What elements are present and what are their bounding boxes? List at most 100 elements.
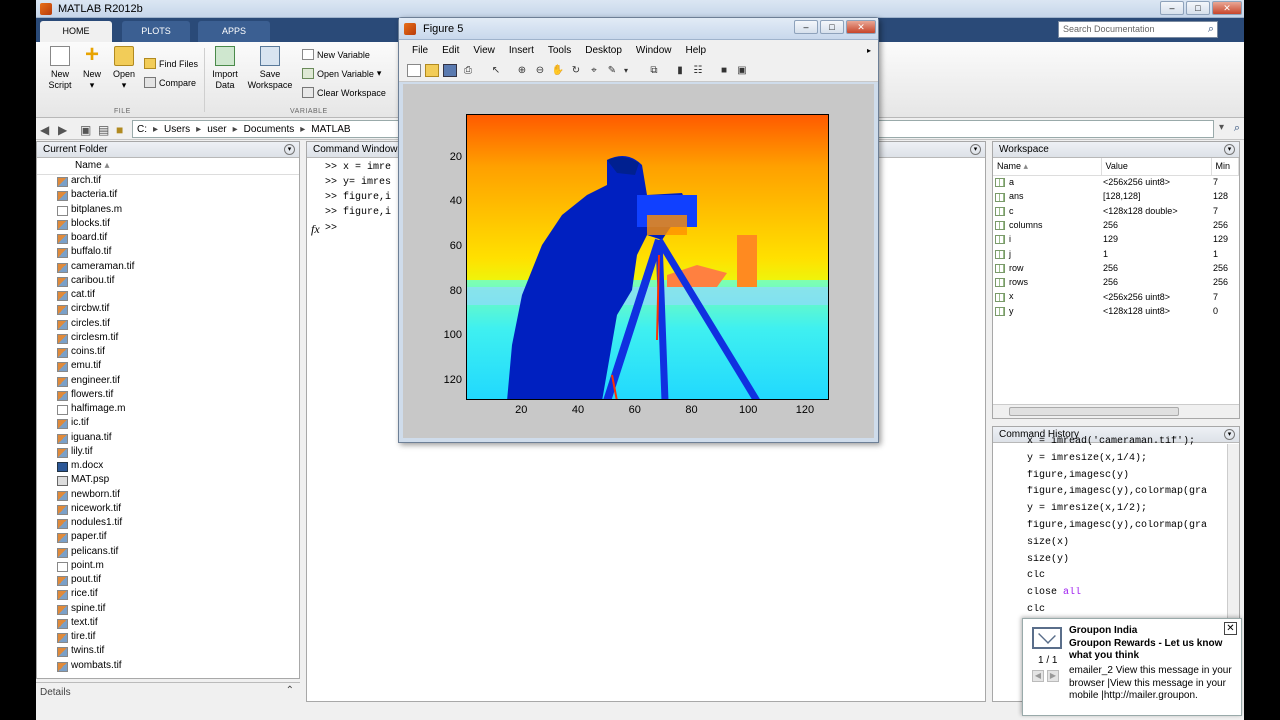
figure-menu-help[interactable]: Help — [679, 45, 714, 56]
history-entry[interactable]: figure,imagesc(y),colormap(gra — [1027, 520, 1239, 537]
history-entry[interactable]: size(y) — [1027, 554, 1239, 571]
file-item[interactable]: point.m — [37, 560, 299, 574]
legend-icon[interactable]: ☷ — [691, 64, 705, 77]
save-icon[interactable] — [443, 64, 457, 77]
figure-menu-tools[interactable]: Tools — [541, 45, 578, 56]
new-script-button[interactable]: New Script — [42, 46, 78, 91]
file-item[interactable]: bitplanes.m — [37, 204, 299, 218]
workspace-row[interactable]: i 129 129 — [993, 232, 1239, 246]
maximize-button[interactable]: □ — [1186, 1, 1210, 15]
up-folder-icon[interactable]: ▣ — [80, 123, 91, 137]
notification-subject[interactable]: Groupon Rewards - Let us know what you t… — [1069, 638, 1229, 662]
figure-menu-desktop[interactable]: Desktop — [578, 45, 629, 56]
search-folder-icon[interactable]: ⌕ — [1234, 122, 1240, 135]
file-item[interactable]: cat.tif — [37, 289, 299, 303]
tab-apps[interactable]: APPS — [198, 21, 270, 42]
maximize-button[interactable]: □ — [820, 20, 844, 34]
breadcrumb-item[interactable]: MATLAB — [311, 124, 350, 135]
data-cursor-icon[interactable]: ⌖ — [587, 64, 601, 77]
file-item[interactable]: pelicans.tif — [37, 546, 299, 560]
file-item[interactable]: flowers.tif — [37, 389, 299, 403]
close-button[interactable]: ✕ — [846, 20, 876, 34]
breadcrumb-item[interactable]: C: — [137, 124, 147, 135]
workspace-row[interactable]: rows 256 256 — [993, 275, 1239, 289]
file-item[interactable]: twins.tif — [37, 645, 299, 659]
new-variable-button[interactable]: New Variable — [302, 49, 370, 60]
function-browser-icon[interactable]: fx — [311, 222, 320, 237]
show-plot-tools-icon[interactable]: ▣ — [735, 64, 749, 77]
previous-arrow-icon[interactable]: ◀ — [1032, 670, 1044, 682]
file-item[interactable]: pout.tif — [37, 574, 299, 588]
figure-menu-file[interactable]: File — [405, 45, 435, 56]
file-item[interactable]: newborn.tif — [37, 489, 299, 503]
minimize-button[interactable]: – — [1160, 1, 1184, 15]
file-item[interactable]: circles.tif — [37, 318, 299, 332]
history-entry[interactable]: figure,imagesc(y),colormap(gra — [1027, 486, 1239, 503]
file-item[interactable]: arch.tif — [37, 175, 299, 189]
chevron-up-icon[interactable]: ⌃ — [286, 685, 294, 696]
search-icon[interactable]: ⌕ — [1208, 23, 1214, 36]
file-item[interactable]: buffalo.tif — [37, 246, 299, 260]
file-item[interactable]: blocks.tif — [37, 218, 299, 232]
file-item[interactable]: tire.tif — [37, 631, 299, 645]
pointer-icon[interactable]: ↖ — [489, 64, 503, 77]
file-item[interactable]: MAT.psp — [37, 474, 299, 488]
figure-menu-window[interactable]: Window — [629, 45, 679, 56]
find-files-button[interactable]: Find Files — [144, 58, 198, 69]
file-item[interactable]: paper.tif — [37, 531, 299, 545]
file-item[interactable]: text.tif — [37, 617, 299, 631]
file-item[interactable]: nicework.tif — [37, 503, 299, 517]
colorbar-icon[interactable]: ▮ — [673, 64, 687, 77]
back-arrow-icon[interactable]: ◀ — [40, 123, 49, 137]
link-plot-icon[interactable]: ⧉ — [647, 64, 661, 77]
details-panel[interactable]: Details ⌃ — [36, 682, 300, 702]
workspace-row[interactable]: a <256x256 uint8> 7 — [993, 175, 1239, 189]
file-item[interactable]: iguana.tif — [37, 432, 299, 446]
hide-plot-tools-icon[interactable]: ■ — [717, 64, 731, 77]
panel-menu-icon[interactable]: ▾ — [1224, 144, 1235, 155]
file-item[interactable]: coins.tif — [37, 346, 299, 360]
file-item[interactable]: halfimage.m — [37, 403, 299, 417]
next-arrow-icon[interactable]: ▶ — [1047, 670, 1059, 682]
open-variable-button[interactable]: Open Variable ▾ — [302, 68, 381, 79]
command-prompt[interactable]: >> — [325, 223, 337, 234]
name-column-header[interactable]: Name ▴ — [37, 158, 299, 175]
file-item[interactable]: caribou.tif — [37, 275, 299, 289]
notification-body[interactable]: emailer_2 View this message in your brow… — [1069, 665, 1234, 703]
file-item[interactable]: m.docx — [37, 460, 299, 474]
file-item[interactable]: circbw.tif — [37, 303, 299, 317]
dock-arrow-icon[interactable]: ▸ — [860, 46, 878, 55]
file-item[interactable]: wombats.tif — [37, 660, 299, 674]
open-button[interactable]: Open ▾ — [108, 46, 140, 91]
history-entry[interactable]: y = imresize(x,1/2); — [1027, 503, 1239, 520]
new-figure-icon[interactable] — [407, 64, 421, 77]
scrollbar-thumb[interactable] — [1009, 407, 1179, 416]
file-item[interactable]: nodules1.tif — [37, 517, 299, 531]
zoom-in-icon[interactable]: ⊕ — [515, 64, 529, 77]
figure-menu-edit[interactable]: Edit — [435, 45, 466, 56]
minimize-button[interactable]: – — [794, 20, 818, 34]
new-button[interactable]: + New ▾ — [76, 43, 108, 91]
history-entry[interactable]: figure,imagesc(y) — [1027, 470, 1239, 487]
rotate-icon[interactable]: ↻ — [569, 64, 583, 77]
workspace-row[interactable]: y <128x128 uint8> 0 — [993, 304, 1239, 318]
figure-menu-view[interactable]: View — [466, 45, 502, 56]
file-item[interactable]: lily.tif — [37, 446, 299, 460]
history-entry[interactable]: y = imresize(x,1/4); — [1027, 453, 1239, 470]
workspace-row[interactable]: j 1 1 — [993, 246, 1239, 260]
workspace-row[interactable]: ans [128,128] 128 — [993, 189, 1239, 203]
file-item[interactable]: ic.tif — [37, 417, 299, 431]
history-entry[interactable]: close all — [1027, 587, 1239, 604]
file-item[interactable]: board.tif — [37, 232, 299, 246]
pan-icon[interactable]: ✋ — [551, 64, 565, 77]
history-entry[interactable]: clc — [1027, 570, 1239, 587]
file-item[interactable]: bacteria.tif — [37, 189, 299, 203]
file-item[interactable]: cameraman.tif — [37, 261, 299, 275]
brush-icon[interactable]: ✎ — [605, 64, 619, 77]
email-notification[interactable]: Groupon India Groupon Rewards - Let us k… — [1022, 618, 1242, 716]
workspace-row[interactable]: row 256 256 — [993, 261, 1239, 275]
breadcrumb-item[interactable]: Users — [164, 124, 190, 135]
close-button[interactable]: ✕ — [1212, 1, 1242, 15]
chevron-down-icon[interactable]: ▾ — [1219, 122, 1224, 133]
value-column-header[interactable]: Value — [1101, 158, 1212, 176]
